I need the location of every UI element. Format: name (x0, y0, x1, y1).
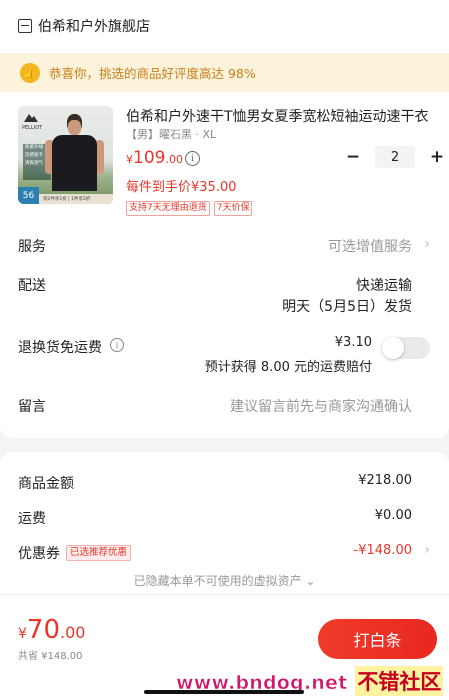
service-value[interactable]: 可选增值服务 (328, 236, 412, 256)
coupon-badge: 已选推荐优惠 (66, 545, 132, 561)
watermark-text: 不错社区 (355, 666, 444, 696)
brand-logo-icon (24, 114, 38, 122)
shipping-value: ¥0.00 (374, 508, 412, 523)
product-image[interactable]: PELLIOT 防紫外线 凉感速干 清爽透气 56 到2件享1折 | 1件享2折 (18, 106, 113, 204)
message-label: 留言 (18, 399, 46, 415)
return-shipping-label: 退换货免运费 (18, 340, 102, 356)
goods-amount-label: 商品金额 (18, 476, 74, 492)
goods-amount-value: ¥218.00 (358, 473, 412, 488)
product-price: ¥109.00 (126, 148, 183, 168)
home-indicator[interactable] (144, 690, 304, 694)
return-shipping-compensation: 预计获得 8.00 元的运费赔付 (204, 360, 372, 375)
store-header[interactable]: 伯希和户外旗舰店 (18, 14, 150, 38)
product-tags: 支持7天无理由退货 7天价保 (126, 201, 253, 216)
price-info-icon[interactable]: i (185, 151, 200, 166)
product-spec[interactable]: 【男】曜石黑 · XL (126, 126, 216, 142)
praise-text: 恭喜你，挑选的商品好评度高达 98% (49, 66, 256, 81)
delivery-date: 明天（5月5日）发货 (282, 299, 412, 315)
thumbs-up-icon: 👍 (20, 62, 40, 83)
coupon-label: 优惠券 (18, 546, 60, 562)
final-price: 每件到手价¥35.00 (126, 180, 237, 195)
minus-button[interactable]: − (345, 146, 361, 168)
delivery-method[interactable]: 快递运输 (356, 275, 412, 295)
saved-amount: 共省 ¥148.00 (18, 651, 83, 662)
pay-button[interactable]: 打白条 (318, 619, 437, 659)
delivery-label: 配送 (18, 278, 46, 294)
product-image-brand: PELLIOT (22, 125, 43, 131)
coupon-value[interactable]: -¥148.00 (354, 543, 412, 558)
product-title[interactable]: 伯希和户外速干T恤男女夏季宽松短袖运动速干衣 (126, 106, 431, 126)
quantity-input[interactable]: 2 (375, 146, 415, 168)
store-icon (18, 19, 32, 33)
product-model (52, 135, 97, 191)
tag-price-protect: 7天价保 (213, 201, 253, 216)
order-card: 伯希和户外旗舰店 👍 恭喜你，挑选的商品好评度高达 98% PELLIOT 防紫… (0, 0, 449, 438)
tag-no-reason-return: 支持7天无理由退货 (126, 201, 210, 216)
praise-banner: 👍 恭喜你，挑选的商品好评度高达 98% (0, 53, 449, 92)
product-image-badge: 56 (18, 187, 39, 204)
total-price: ¥70.00 (18, 615, 86, 645)
return-info-icon[interactable]: i (110, 338, 124, 352)
product-image-strip: 到2件享1折 | 1件享2折 (39, 194, 113, 204)
chevron-right-icon[interactable]: › (424, 236, 430, 252)
shipping-label: 运费 (18, 511, 46, 527)
quantity-stepper: − 2 + (345, 146, 445, 168)
chevron-right-icon[interactable]: › (424, 542, 430, 558)
return-shipping-toggle[interactable] (382, 337, 430, 359)
return-shipping-price: ¥3.10 (334, 335, 372, 350)
store-name: 伯希和户外旗舰店 (38, 19, 150, 35)
toggle-knob (382, 337, 404, 359)
plus-button[interactable]: + (429, 146, 445, 168)
service-label: 服务 (18, 239, 46, 255)
message-input[interactable]: 建议留言前先与商家沟通确认 (230, 396, 412, 416)
hidden-assets-toggle[interactable]: 已隐藏本单不可使用的虚拟资产 ⌄ (0, 572, 449, 589)
divider (0, 594, 449, 595)
